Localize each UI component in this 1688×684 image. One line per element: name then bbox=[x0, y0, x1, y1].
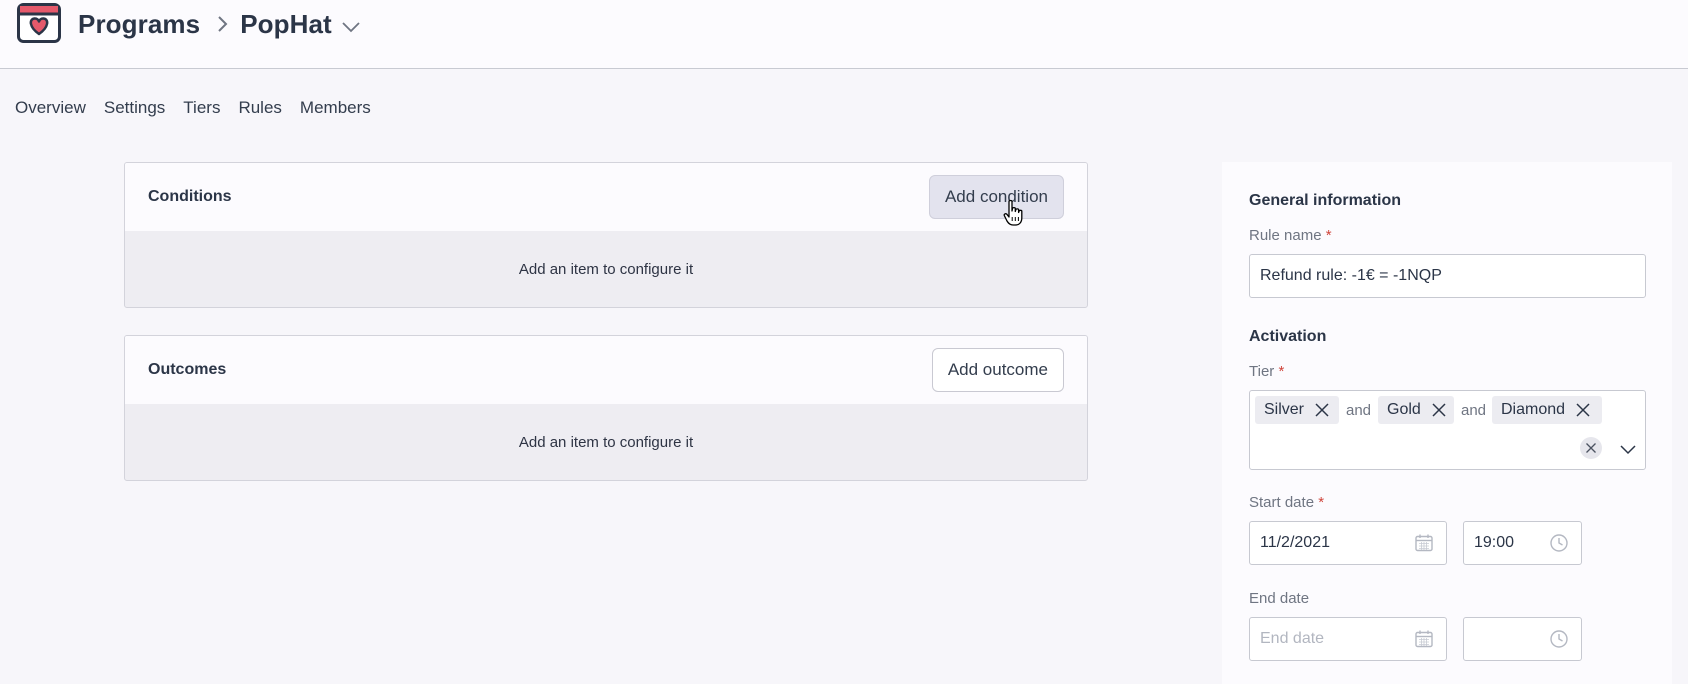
tier-label-text: Tier bbox=[1249, 363, 1275, 380]
app-header: Programs PopHat bbox=[0, 0, 1688, 69]
tier-joiner: and bbox=[1461, 402, 1487, 419]
close-icon bbox=[1586, 443, 1596, 453]
outcomes-header: Outcomes Add outcome bbox=[125, 336, 1087, 404]
calendar-icon bbox=[1415, 630, 1433, 648]
required-mark: * bbox=[1325, 227, 1332, 244]
start-date-value: 11/2/2021 bbox=[1260, 534, 1330, 551]
tab-tiers[interactable]: Tiers bbox=[183, 98, 220, 118]
chevron-right-icon bbox=[218, 16, 228, 32]
close-icon[interactable] bbox=[1314, 402, 1330, 418]
rule-name-label: Rule name * bbox=[1249, 227, 1332, 244]
tier-tag-silver: Silver bbox=[1255, 396, 1339, 424]
required-mark: * bbox=[1278, 363, 1285, 380]
general-information-title: General information bbox=[1249, 192, 1402, 209]
clock-icon bbox=[1550, 630, 1568, 648]
activation-title: Activation bbox=[1249, 328, 1327, 345]
tier-tag-gold: Gold bbox=[1378, 396, 1454, 424]
tab-settings[interactable]: Settings bbox=[104, 98, 165, 118]
breadcrumb: Programs PopHat bbox=[78, 6, 361, 42]
required-mark: * bbox=[1318, 494, 1325, 511]
end-date-placeholder: End date bbox=[1260, 630, 1325, 647]
tier-tag-label: Gold bbox=[1387, 401, 1421, 418]
hand-pointer-icon bbox=[1003, 199, 1023, 226]
clear-tiers-button[interactable] bbox=[1580, 437, 1602, 459]
start-time-value: 19:00 bbox=[1474, 534, 1515, 551]
start-date-label: Start date * bbox=[1249, 494, 1324, 511]
tier-joiner: and bbox=[1346, 402, 1372, 419]
conditions-empty-state: Add an item to configure it bbox=[518, 260, 694, 278]
tier-tag-label: Silver bbox=[1264, 401, 1305, 418]
rule-name-label-text: Rule name bbox=[1249, 227, 1322, 244]
outcomes-empty-state: Add an item to configure it bbox=[518, 433, 694, 451]
tab-members[interactable]: Members bbox=[300, 98, 371, 118]
close-icon[interactable] bbox=[1431, 402, 1447, 418]
tab-rules[interactable]: Rules bbox=[238, 98, 281, 118]
conditions-header: Conditions Add condition bbox=[125, 163, 1087, 231]
heart-calendar-icon[interactable] bbox=[17, 3, 61, 43]
tier-tag-diamond: Diamond bbox=[1492, 396, 1602, 424]
close-icon[interactable] bbox=[1575, 402, 1591, 418]
chevron-down-icon[interactable] bbox=[341, 20, 361, 34]
breadcrumb-programs[interactable]: Programs bbox=[78, 9, 200, 40]
rule-settings-panel: General information Rule name * Refund r… bbox=[1222, 162, 1672, 684]
breadcrumb-program-name[interactable]: PopHat bbox=[240, 9, 332, 40]
tier-label: Tier * bbox=[1249, 363, 1284, 380]
conditions-card: Conditions Add condition Add an item to … bbox=[124, 162, 1088, 308]
start-date-label-text: Start date bbox=[1249, 494, 1315, 511]
start-time-input[interactable]: 19:00 bbox=[1463, 521, 1582, 565]
end-time-input[interactable] bbox=[1463, 617, 1582, 661]
tier-multiselect[interactable]: Silver and Gold and Diamond bbox=[1249, 390, 1646, 470]
calendar-icon bbox=[1415, 534, 1433, 552]
add-outcome-button[interactable]: Add outcome bbox=[931, 348, 1064, 392]
tier-tag-label: Diamond bbox=[1501, 401, 1566, 418]
add-condition-button[interactable]: Add condition bbox=[928, 175, 1064, 219]
conditions-title: Conditions bbox=[148, 188, 232, 205]
rule-name-value: Refund rule: -1€ = -1NQP bbox=[1260, 267, 1442, 284]
clock-icon bbox=[1550, 534, 1568, 552]
rule-name-input[interactable]: Refund rule: -1€ = -1NQP bbox=[1249, 254, 1646, 298]
start-date-input[interactable]: 11/2/2021 bbox=[1249, 521, 1447, 565]
outcomes-card: Outcomes Add outcome Add an item to conf… bbox=[124, 335, 1088, 481]
program-tabs: Overview Settings Tiers Rules Members bbox=[15, 98, 389, 118]
chevron-down-icon[interactable] bbox=[1620, 443, 1636, 455]
tab-overview[interactable]: Overview bbox=[15, 98, 86, 118]
end-date-input[interactable]: End date bbox=[1249, 617, 1447, 661]
end-date-label: End date bbox=[1249, 590, 1310, 607]
outcomes-title: Outcomes bbox=[148, 361, 227, 378]
